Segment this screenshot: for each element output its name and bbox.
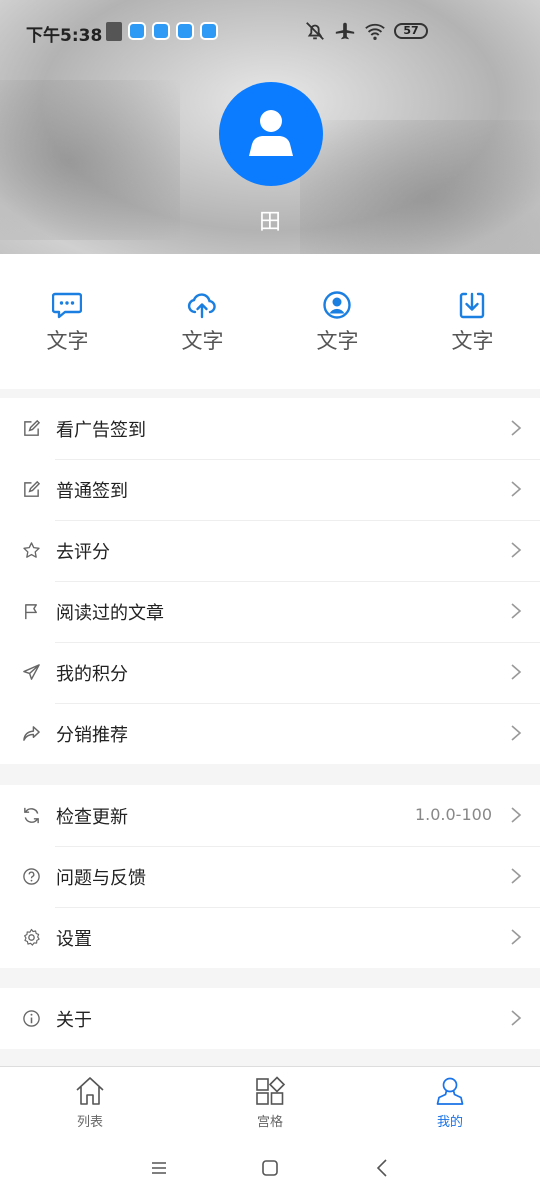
tab-mine[interactable]: 我的	[360, 1067, 540, 1137]
quick-action-label: 文字	[46, 329, 89, 353]
menu-group-about: 关于	[0, 988, 540, 1049]
cloud-upload-icon	[187, 293, 216, 319]
gear-icon	[24, 928, 40, 946]
tab-list[interactable]: 列表	[0, 1067, 180, 1137]
menu-item-label: 设置	[56, 929, 92, 950]
menu-item-referral[interactable]: 分销推荐	[0, 703, 540, 764]
person-icon	[436, 1077, 464, 1105]
quick-action-label: 文字	[181, 329, 224, 353]
mute-bell-icon	[306, 22, 324, 40]
menu-item-about[interactable]: 关于	[0, 988, 540, 1049]
chevron-right-icon	[511, 664, 522, 680]
system-nav-bar	[0, 1136, 540, 1200]
chevron-right-icon	[511, 929, 522, 945]
username[interactable]: 田	[0, 204, 540, 236]
quick-action-label: 文字	[316, 329, 359, 353]
chevron-right-icon	[511, 420, 522, 436]
chevron-right-icon	[511, 603, 522, 619]
flag-icon	[25, 604, 37, 620]
menu-item-check-update[interactable]: 检查更新 1.0.0-100	[0, 785, 540, 846]
menu-item-label: 看广告签到	[56, 420, 146, 441]
quick-action-profile[interactable]: 文字	[270, 254, 405, 389]
status-time: 下午5:38	[26, 26, 103, 46]
menu-item-my-points[interactable]: 我的积分	[0, 642, 540, 703]
quick-action-upload[interactable]: 文字	[135, 254, 270, 389]
user-circle-icon	[323, 291, 351, 319]
notification-icons	[106, 22, 218, 41]
app-notification-icon	[152, 22, 170, 40]
avatar[interactable]	[219, 82, 323, 186]
message-icon	[52, 292, 82, 319]
grid-icon	[256, 1076, 286, 1105]
home-square-icon[interactable]	[258, 1156, 282, 1180]
tab-grid[interactable]: 宫格	[180, 1067, 360, 1137]
menu-item-label: 检查更新	[56, 807, 128, 828]
menu-item-label: 分销推荐	[56, 725, 128, 746]
edit-icon	[24, 419, 41, 436]
menu-item-label: 阅读过的文章	[56, 603, 164, 624]
user-icon	[249, 110, 293, 156]
quick-action-download[interactable]: 文字	[405, 254, 540, 389]
chevron-right-icon	[511, 868, 522, 884]
tab-label: 我的	[436, 1115, 463, 1130]
chevron-right-icon	[511, 1010, 522, 1026]
system-status-icons: 57	[304, 20, 428, 42]
status-bar: 下午5:38 57	[0, 18, 540, 46]
menu-item-label: 问题与反馈	[56, 868, 146, 889]
sim-card-icon	[106, 22, 122, 41]
menu-item-feedback[interactable]: 问题与反馈	[0, 846, 540, 907]
download-icon	[459, 292, 485, 319]
version-value: 1.0.0-100	[414, 805, 492, 824]
menu-item-rate[interactable]: 去评分	[0, 520, 540, 581]
menu-item-read-articles[interactable]: 阅读过的文章	[0, 581, 540, 642]
chevron-right-icon	[511, 481, 522, 497]
menu-group-main: 看广告签到 普通签到 去评分 阅读过的文章 我的积分 分销推荐	[0, 398, 540, 764]
quick-action-label: 文字	[451, 329, 494, 353]
menu-icon[interactable]	[147, 1156, 171, 1180]
info-icon	[23, 1010, 40, 1027]
menu-item-label: 我的积分	[56, 664, 128, 685]
tab-label: 宫格	[256, 1115, 283, 1130]
menu-item-label: 普通签到	[56, 481, 128, 502]
profile-header: 下午5:38 57 田	[0, 0, 540, 254]
wifi-icon	[365, 23, 385, 40]
app-notification-icon	[200, 22, 218, 40]
chevron-right-icon	[511, 542, 522, 558]
menu-item-settings[interactable]: 设置	[0, 907, 540, 968]
edit-icon	[24, 480, 41, 497]
app-notification-icon	[128, 22, 146, 40]
star-icon	[23, 542, 40, 558]
battery-indicator: 57	[394, 23, 428, 39]
menu-item-label: 去评分	[56, 542, 110, 563]
bottom-tab-bar: 列表 宫格 我的	[0, 1066, 540, 1136]
chevron-right-icon	[511, 807, 522, 823]
refresh-icon	[24, 807, 39, 824]
chevron-right-icon	[511, 725, 522, 741]
back-icon[interactable]	[371, 1156, 395, 1180]
quick-actions: 文字 文字 文字 文字	[0, 254, 540, 389]
share-icon	[23, 726, 40, 741]
quick-action-message[interactable]: 文字	[0, 254, 135, 389]
question-icon	[23, 868, 40, 885]
menu-item-normal-checkin[interactable]: 普通签到	[0, 459, 540, 520]
menu-item-label: 关于	[56, 1010, 92, 1031]
airplane-icon	[335, 22, 355, 40]
menu-item-ad-checkin[interactable]: 看广告签到	[0, 398, 540, 459]
send-icon	[23, 664, 40, 680]
menu-group-system: 检查更新 1.0.0-100 问题与反馈 设置	[0, 785, 540, 968]
tab-label: 列表	[76, 1115, 103, 1130]
home-icon	[76, 1077, 104, 1105]
app-notification-icon	[176, 22, 194, 40]
